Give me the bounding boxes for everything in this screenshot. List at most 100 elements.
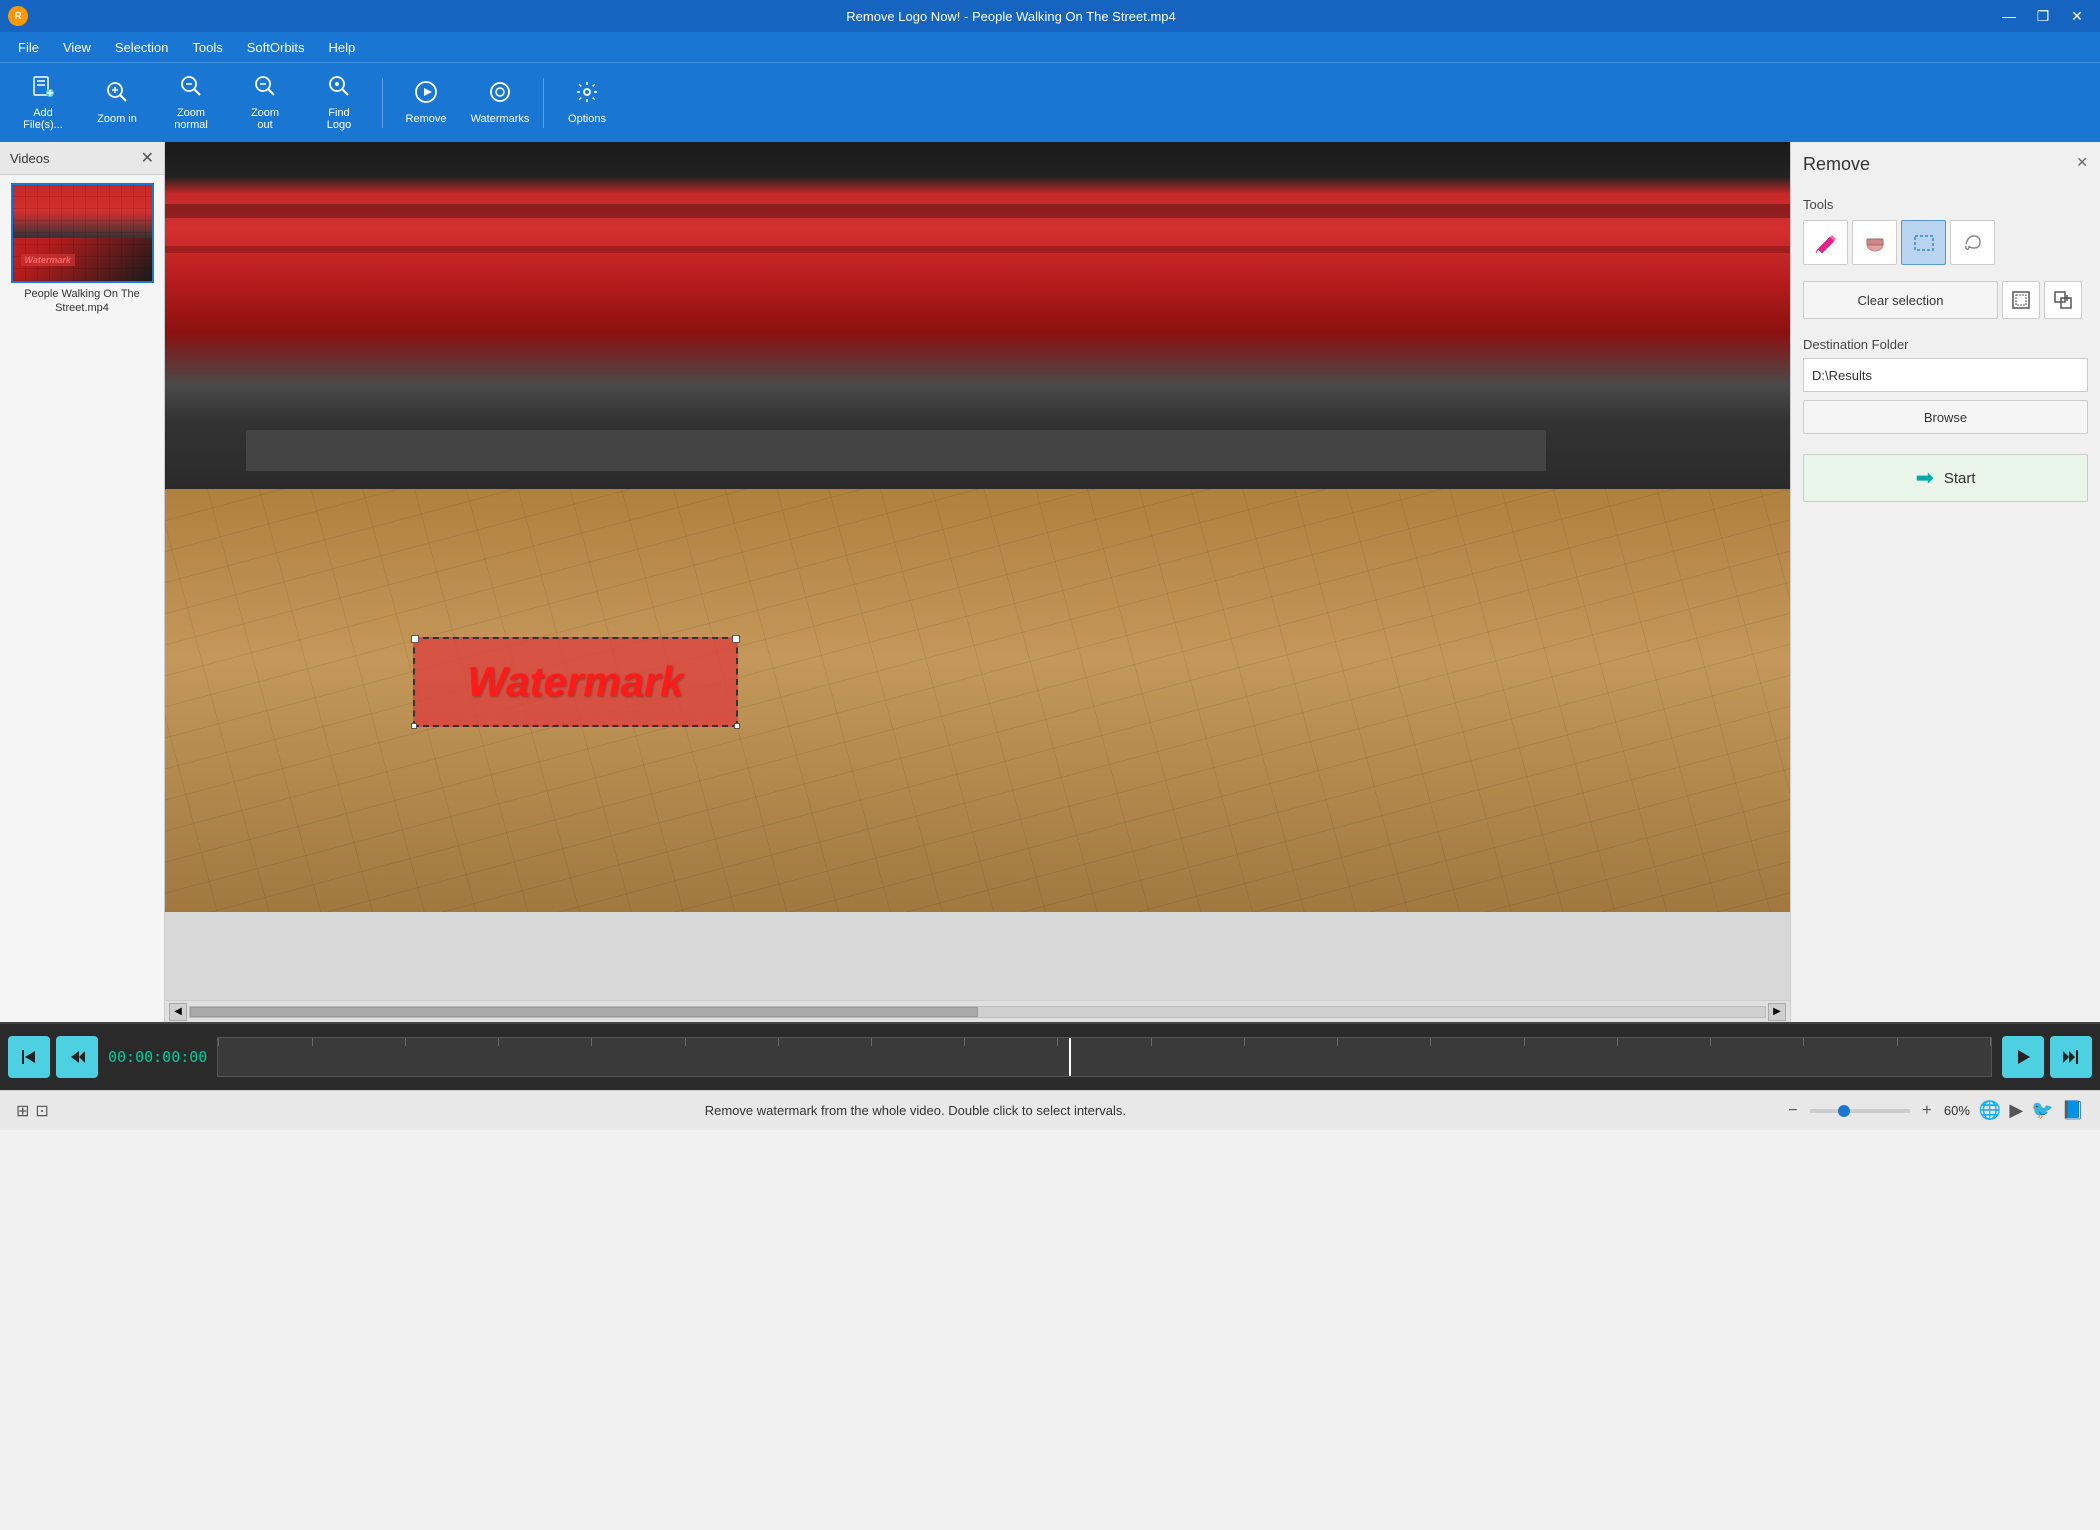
timecode: 00:00:00:00 <box>108 1048 207 1066</box>
zoom-slider[interactable] <box>1810 1109 1910 1113</box>
zoom-value: 60% <box>1944 1103 1979 1118</box>
tools-row <box>1803 220 2088 265</box>
panel-title: Remove <box>1803 154 1870 175</box>
train-detail-1 <box>165 204 1790 218</box>
watermarks-icon <box>488 80 512 110</box>
sidebar-title: Videos <box>10 151 50 166</box>
pencil-tool[interactable] <box>1803 220 1848 265</box>
timeline-end-controls <box>2002 1036 2092 1078</box>
selection-handle-bl[interactable] <box>411 723 417 729</box>
street-cobblestones <box>165 489 1790 913</box>
menu-bar: File View Selection Tools SoftOrbits Hel… <box>0 32 2100 62</box>
fit-selection-button[interactable] <box>2002 281 2040 319</box>
toolbar-separator-2 <box>543 78 544 128</box>
train-detail-2 <box>165 246 1790 253</box>
add-files-button[interactable]: AddFile(s)... <box>8 68 78 138</box>
add-selection-button[interactable] <box>2044 281 2082 319</box>
find-logo-icon <box>327 74 351 104</box>
start-arrow-icon: ➡ <box>1915 465 1933 491</box>
selection-rectangle[interactable] <box>413 637 738 727</box>
timeline-controls <box>8 1036 98 1078</box>
menu-selection[interactable]: Selection <box>105 36 178 59</box>
toolbar-separator-1 <box>382 78 383 128</box>
zoom-normal-button[interactable]: Zoomnormal <box>156 68 226 138</box>
scroll-left-arrow[interactable]: ◀ <box>169 1003 187 1021</box>
social-icon-4[interactable]: 📘 <box>2062 1100 2084 1121</box>
selection-handle-br[interactable] <box>734 723 740 729</box>
window-title: Remove Logo Now! - People Walking On The… <box>28 9 1994 24</box>
scrollbar-thumb[interactable] <box>190 1007 978 1017</box>
main-area: Videos ✕ Watermark People Walking On The… <box>0 142 2100 1022</box>
menu-view[interactable]: View <box>53 36 101 59</box>
maximize-button[interactable]: ❐ <box>2028 5 2058 27</box>
sidebar: Videos ✕ Watermark People Walking On The… <box>0 142 165 1022</box>
thumb-watermark: Watermark <box>21 254 75 266</box>
eraser-tool[interactable] <box>1852 220 1897 265</box>
social-icon-2[interactable]: ▶ <box>2009 1100 2023 1121</box>
video-canvas[interactable]: Watermark <box>165 142 1790 912</box>
add-files-label: AddFile(s)... <box>23 107 63 131</box>
window-controls: — ❐ ✕ <box>1994 5 2092 27</box>
zoom-out-icon <box>253 74 277 104</box>
selection-controls: Clear selection <box>1803 281 2088 319</box>
panel-header: Remove ✕ <box>1803 154 2088 185</box>
start-button[interactable]: ➡ Start <box>1803 454 2088 502</box>
destination-folder-input[interactable] <box>1803 358 2088 392</box>
zoom-in-button[interactable]: Zoom in <box>82 68 152 138</box>
menu-file[interactable]: File <box>8 36 49 59</box>
video-background <box>165 142 1790 912</box>
scroll-right-arrow[interactable]: ▶ <box>1768 1003 1786 1021</box>
status-icon-2: ⊡ <box>35 1101 48 1121</box>
toolbar: AddFile(s)... Zoom in Zoomnormal Zoomout… <box>0 62 2100 142</box>
step-forward-button[interactable] <box>2050 1036 2092 1078</box>
remove-icon <box>414 80 438 110</box>
status-icon-1: ⊞ <box>16 1101 29 1121</box>
browse-button[interactable]: Browse <box>1803 400 2088 434</box>
menu-help[interactable]: Help <box>319 36 366 59</box>
title-bar: R Remove Logo Now! - People Walking On T… <box>0 0 2100 32</box>
play-button[interactable] <box>2002 1036 2044 1078</box>
status-text: Remove watermark from the whole video. D… <box>49 1103 1782 1118</box>
zoom-out-small-button[interactable]: − <box>1782 1100 1804 1122</box>
timeline-track[interactable] <box>217 1037 1992 1077</box>
zoom-in-icon <box>105 80 129 110</box>
rect-selection-tool[interactable] <box>1901 220 1946 265</box>
clear-selection-button[interactable]: Clear selection <box>1803 281 1998 319</box>
status-bar: ⊞ ⊡ Remove watermark from the whole vide… <box>0 1090 2100 1130</box>
lasso-tool[interactable] <box>1950 220 1995 265</box>
remove-button[interactable]: Remove <box>391 68 461 138</box>
video-thumbnail[interactable]: Watermark People Walking On The Street.m… <box>8 183 156 316</box>
zoom-out-label: Zoomout <box>251 107 279 131</box>
watermarks-button[interactable]: Watermarks <box>465 68 535 138</box>
timeline-ticks <box>218 1038 1991 1048</box>
social-icon-1[interactable]: 🌐 <box>1979 1100 2001 1121</box>
panel-close-button[interactable]: ✕ <box>2076 154 2088 171</box>
options-button[interactable]: Options <box>552 68 622 138</box>
social-icon-3[interactable]: 🐦 <box>2031 1100 2053 1121</box>
start-label: Start <box>1944 470 1976 487</box>
minimize-button[interactable]: — <box>1994 5 2024 27</box>
menu-tools[interactable]: Tools <box>182 36 232 59</box>
zoom-in-small-button[interactable]: + <box>1916 1100 1938 1122</box>
go-to-start-button[interactable] <box>8 1036 50 1078</box>
thumbnail-image: Watermark <box>11 183 154 283</box>
left-status-icons: ⊞ ⊡ <box>16 1101 49 1121</box>
zoom-controls: − + 60% <box>1782 1100 1979 1122</box>
tools-section-label: Tools <box>1803 197 2088 212</box>
zoom-in-label: Zoom in <box>97 113 137 125</box>
close-button[interactable]: ✕ <box>2062 5 2092 27</box>
zoom-normal-icon <box>179 74 203 104</box>
zoom-normal-label: Zoomnormal <box>174 107 208 131</box>
scrollbar-track[interactable] <box>189 1006 1766 1018</box>
sidebar-close-button[interactable]: ✕ <box>141 148 154 168</box>
find-logo-button[interactable]: FindLogo <box>304 68 374 138</box>
zoom-out-button[interactable]: Zoomout <box>230 68 300 138</box>
find-logo-label: FindLogo <box>327 107 351 131</box>
destination-folder-label: Destination Folder <box>1803 337 2088 352</box>
add-files-icon <box>31 74 55 104</box>
thumb-grid-overlay <box>13 185 152 281</box>
horizontal-scrollbar: ◀ ▶ <box>165 1000 1790 1022</box>
step-back-button[interactable] <box>56 1036 98 1078</box>
menu-softorbits[interactable]: SoftOrbits <box>237 36 315 59</box>
app-logo: R <box>8 6 28 26</box>
